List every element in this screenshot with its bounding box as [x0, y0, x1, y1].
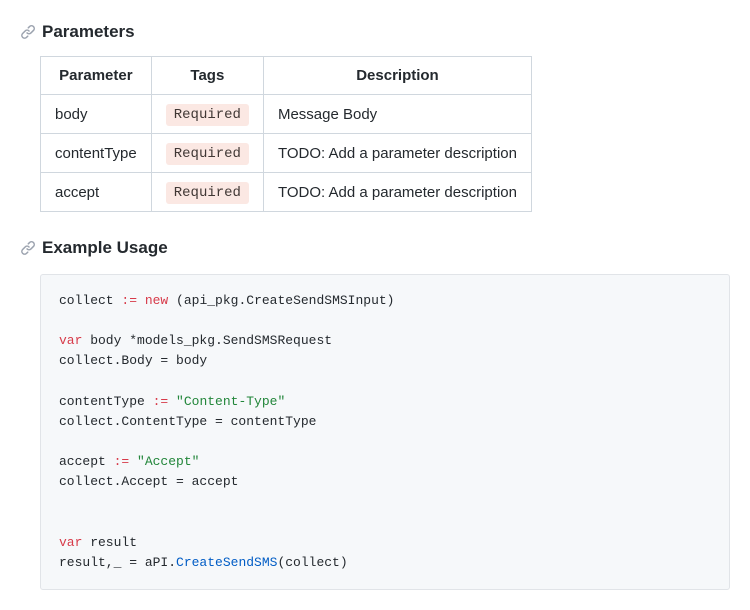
col-description: Description	[263, 57, 531, 95]
param-tag: Required	[151, 134, 263, 173]
code-text: result,_ = aPI.	[59, 555, 176, 570]
required-tag: Required	[166, 104, 249, 126]
param-name: contentType	[41, 134, 152, 173]
param-desc: Message Body	[263, 95, 531, 134]
code-text: collect.Accept = accept	[59, 474, 238, 489]
code-text: body *models_pkg.SendSMSRequest	[82, 333, 332, 348]
example-heading: Example Usage	[20, 238, 730, 258]
table-row: accept Required TODO: Add a parameter de…	[41, 173, 532, 212]
code-op: :=	[153, 394, 169, 409]
table-row: contentType Required TODO: Add a paramet…	[41, 134, 532, 173]
link-icon[interactable]	[20, 24, 36, 40]
param-name: body	[41, 95, 152, 134]
parameters-table: Parameter Tags Description body Required…	[40, 56, 532, 212]
param-tag: Required	[151, 95, 263, 134]
param-tag: Required	[151, 173, 263, 212]
param-name: accept	[41, 173, 152, 212]
code-text: collect.Body = body	[59, 353, 207, 368]
col-tags: Tags	[151, 57, 263, 95]
link-icon[interactable]	[20, 240, 36, 256]
code-function: CreateSendSMS	[176, 555, 277, 570]
table-row: body Required Message Body	[41, 95, 532, 134]
code-text: (api_pkg.CreateSendSMSInput)	[168, 293, 394, 308]
required-tag: Required	[166, 182, 249, 204]
example-heading-text: Example Usage	[42, 238, 168, 258]
code-keyword: new	[137, 293, 168, 308]
parameters-heading: Parameters	[20, 22, 730, 42]
code-text: contentType	[59, 394, 153, 409]
param-desc: TODO: Add a parameter description	[263, 134, 531, 173]
code-text: accept	[59, 454, 114, 469]
code-keyword: var	[59, 535, 82, 550]
required-tag: Required	[166, 143, 249, 165]
param-desc: TODO: Add a parameter description	[263, 173, 531, 212]
code-string: "Content-Type"	[168, 394, 285, 409]
col-parameter: Parameter	[41, 57, 152, 95]
code-text: (collect)	[277, 555, 347, 570]
code-block: collect := new (api_pkg.CreateSendSMSInp…	[40, 274, 730, 590]
code-text: result	[82, 535, 137, 550]
code-keyword: var	[59, 333, 82, 348]
code-op: :=	[121, 293, 137, 308]
code-text: collect	[59, 293, 121, 308]
code-string: "Accept"	[129, 454, 199, 469]
parameters-heading-text: Parameters	[42, 22, 135, 42]
code-op: :=	[114, 454, 130, 469]
table-header-row: Parameter Tags Description	[41, 57, 532, 95]
code-text: collect.ContentType = contentType	[59, 414, 316, 429]
